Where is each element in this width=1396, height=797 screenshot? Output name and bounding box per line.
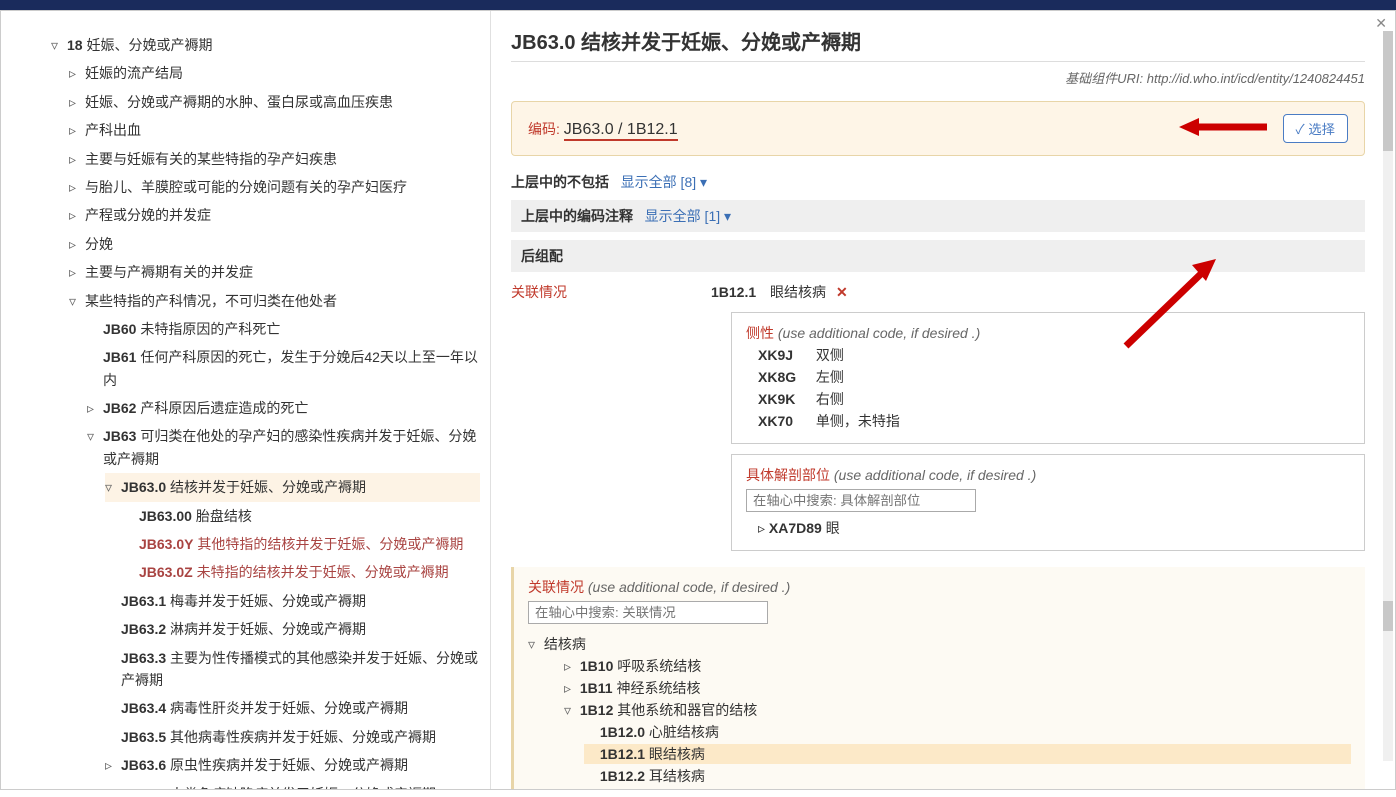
chevron-right-icon[interactable]: ▹ <box>69 148 81 170</box>
annotation-arrow-icon <box>1116 251 1226 351</box>
anatomy-box: 具体解剖部位 (use additional code, if desired … <box>731 454 1365 551</box>
assoc-tree-item[interactable]: 1B12.0 心脏结核病 <box>584 722 1351 742</box>
page-title: JB63.0 结核并发于妊娠、分娩或产褥期 <box>511 26 1365 62</box>
chevron-right-icon[interactable]: ▹ <box>69 233 81 255</box>
chevron-down-icon[interactable]: ▿ <box>105 476 117 498</box>
annotation-arrow-icon <box>1179 112 1269 142</box>
associated-condition-search-block: 关联情况 (use additional code, if desired .)… <box>511 567 1365 789</box>
chevron-down-icon[interactable]: ▿ <box>51 34 63 56</box>
assoc-tree-item[interactable]: 1B12.1 眼结核病 <box>584 744 1351 764</box>
tree-jb61[interactable]: JB61 任何产科原因的死亡，发生于分娩后42天以上至一年以内 <box>87 343 480 394</box>
tree-node[interactable]: ▹与胎儿、羊膜腔或可能的分娩问题有关的孕产妇医疗 <box>69 173 480 201</box>
select-button[interactable]: 选择 <box>1283 114 1348 143</box>
assoc-code: 1B12.1 <box>711 284 756 300</box>
tree-node[interactable]: ▹主要与产褥期有关的并发症 <box>69 258 480 286</box>
scrollbar-thumb[interactable] <box>1383 31 1393 151</box>
tree-node[interactable]: ▹分娩 <box>69 230 480 258</box>
postcoordination-header: 后组配 <box>511 240 1365 272</box>
associated-condition-row: 关联情况 1B12.1 眼结核病 ✕ <box>511 282 1365 302</box>
tree-node[interactable]: ▹妊娠的流产结局 <box>69 59 480 87</box>
tree-jb63[interactable]: ▿JB63 可归类在他处的孕产妇的感染性疾病并发于妊娠、分娩或产褥期 <box>87 422 480 473</box>
anatomy-option[interactable]: ▹ XA7D89 眼 <box>758 518 1350 538</box>
tree-jb630y[interactable]: JB63.0Y 其他特指的结核并发于妊娠、分娩或产褥期 <box>123 530 480 558</box>
chevron-right-icon[interactable]: ▹ <box>69 91 81 113</box>
assoc-tree-item[interactable]: ▹ 1B10 呼吸系统结核 <box>564 656 1351 676</box>
assoc-search-input[interactable] <box>528 601 768 624</box>
remove-assoc-icon[interactable]: ✕ <box>836 284 848 300</box>
tree-node[interactable]: ▹妊娠、分娩或产褥期的水肿、蛋白尿或高血压疾患 <box>69 88 480 116</box>
code-value: JB63.0 / 1B12.1 <box>564 121 678 141</box>
code-label: 编码: <box>528 121 560 137</box>
tree-jb632[interactable]: JB63.2 淋病并发于妊娠、分娩或产褥期 <box>105 615 480 643</box>
assoc-tree-item[interactable]: 1B12.2 耳结核病 <box>584 766 1351 786</box>
tree-node[interactable]: ▿某些特指的产科情况，不可归类在他处者 <box>69 287 480 315</box>
tree-node[interactable]: ▹主要与妊娠有关的某些特指的孕产妇疾患 <box>69 145 480 173</box>
tree-jb633[interactable]: JB63.3 主要为性传播模式的其他感染并发于妊娠、分娩或产褥期 <box>105 644 480 695</box>
scrollbar-thumb[interactable] <box>1383 601 1393 631</box>
detail-pane: JB63.0 结核并发于妊娠、分娩或产褥期 基础组件URI: http://id… <box>491 11 1395 789</box>
tree-jb62[interactable]: ▹JB62 产科原因后遗症造成的死亡 <box>87 394 480 422</box>
main-container: ✕ ▿ 18 妊娠、分娩或产褥期 ▹妊娠的流产结局 ▹妊娠、分娩或产褥期的水肿、… <box>0 10 1396 790</box>
tree-jb6300[interactable]: JB63.00 胎盘结核 <box>123 502 480 530</box>
chevron-right-icon[interactable]: ▹ <box>69 176 81 198</box>
laterality-option[interactable]: XK8G 左侧 <box>758 367 1350 387</box>
coding-notes-bar: 上层中的编码注释 显示全部 [1] ▾ <box>511 200 1365 232</box>
chevron-right-icon[interactable]: ▹ <box>69 261 81 283</box>
exclusions-row: 上层中的不包括 显示全部 [8] ▾ <box>511 172 1365 192</box>
assoc-name: 眼结核病 <box>770 284 826 300</box>
tree-jb630[interactable]: ▿JB63.0 结核并发于妊娠、分娩或产褥期 <box>105 473 480 501</box>
laterality-option[interactable]: XK9K 右侧 <box>758 389 1350 409</box>
laterality-option[interactable]: XK70 单侧，未特指 <box>758 411 1350 431</box>
tree-jb637[interactable]: JB63.7 人类免疫缺陷病并发于妊娠、分娩或产褥期 <box>105 780 480 789</box>
tree-pane[interactable]: ▿ 18 妊娠、分娩或产褥期 ▹妊娠的流产结局 ▹妊娠、分娩或产褥期的水肿、蛋白… <box>1 11 491 789</box>
assoc-tree-item[interactable]: 1B12.3 内分泌腺结核病 <box>584 788 1351 789</box>
tree-jb630z[interactable]: JB63.0Z 未特指的结核并发于妊娠、分娩或产褥期 <box>123 558 480 586</box>
tree-jb635[interactable]: JB63.5 其他病毒性疾病并发于妊娠、分娩或产褥期 <box>105 723 480 751</box>
tree-node[interactable]: ▹产科出血 <box>69 116 480 144</box>
tree-jb60[interactable]: JB60 未特指原因的产科死亡 <box>87 315 480 343</box>
chevron-right-icon[interactable]: ▹ <box>69 119 81 141</box>
laterality-option[interactable]: XK9J 双侧 <box>758 345 1350 365</box>
anatomy-search-input[interactable] <box>746 489 976 512</box>
chevron-right-icon[interactable]: ▹ <box>87 397 99 419</box>
assoc-label: 关联情况 <box>511 282 711 302</box>
chevron-right-icon[interactable]: ▹ <box>69 62 81 84</box>
tree-jb631[interactable]: JB63.1 梅毒并发于妊娠、分娩或产褥期 <box>105 587 480 615</box>
tree-chapter-18[interactable]: ▿ 18 妊娠、分娩或产褥期 <box>51 31 480 59</box>
chevron-down-icon[interactable]: ▿ <box>87 425 99 447</box>
tree-jb636[interactable]: ▹JB63.6 原虫性疾病并发于妊娠、分娩或产褥期 <box>105 751 480 779</box>
show-all-notes-link[interactable]: 显示全部 [1] ▾ <box>645 208 731 224</box>
entity-uri: 基础组件URI: http://id.who.int/icd/entity/12… <box>511 68 1365 87</box>
tree-jb634[interactable]: JB63.4 病毒性肝炎并发于妊娠、分娩或产褥期 <box>105 694 480 722</box>
tree-node[interactable]: ▹产程或分娩的并发症 <box>69 201 480 229</box>
chevron-right-icon[interactable]: ▹ <box>69 204 81 226</box>
show-all-exclusions-link[interactable]: 显示全部 [8] ▾ <box>621 174 707 190</box>
assoc-tree-item[interactable]: ▹ 1B11 神经系统结核 <box>564 678 1351 698</box>
assoc-tree-root[interactable]: ▿ 结核病 <box>528 634 1351 654</box>
chevron-right-icon[interactable]: ▹ <box>105 754 117 776</box>
assoc-tree-item[interactable]: ▿ 1B12 其他系统和器官的结核 <box>564 700 1351 720</box>
chevron-down-icon[interactable]: ▿ <box>69 290 81 312</box>
laterality-box: 侧性 (use additional code, if desired .) X… <box>731 312 1365 444</box>
